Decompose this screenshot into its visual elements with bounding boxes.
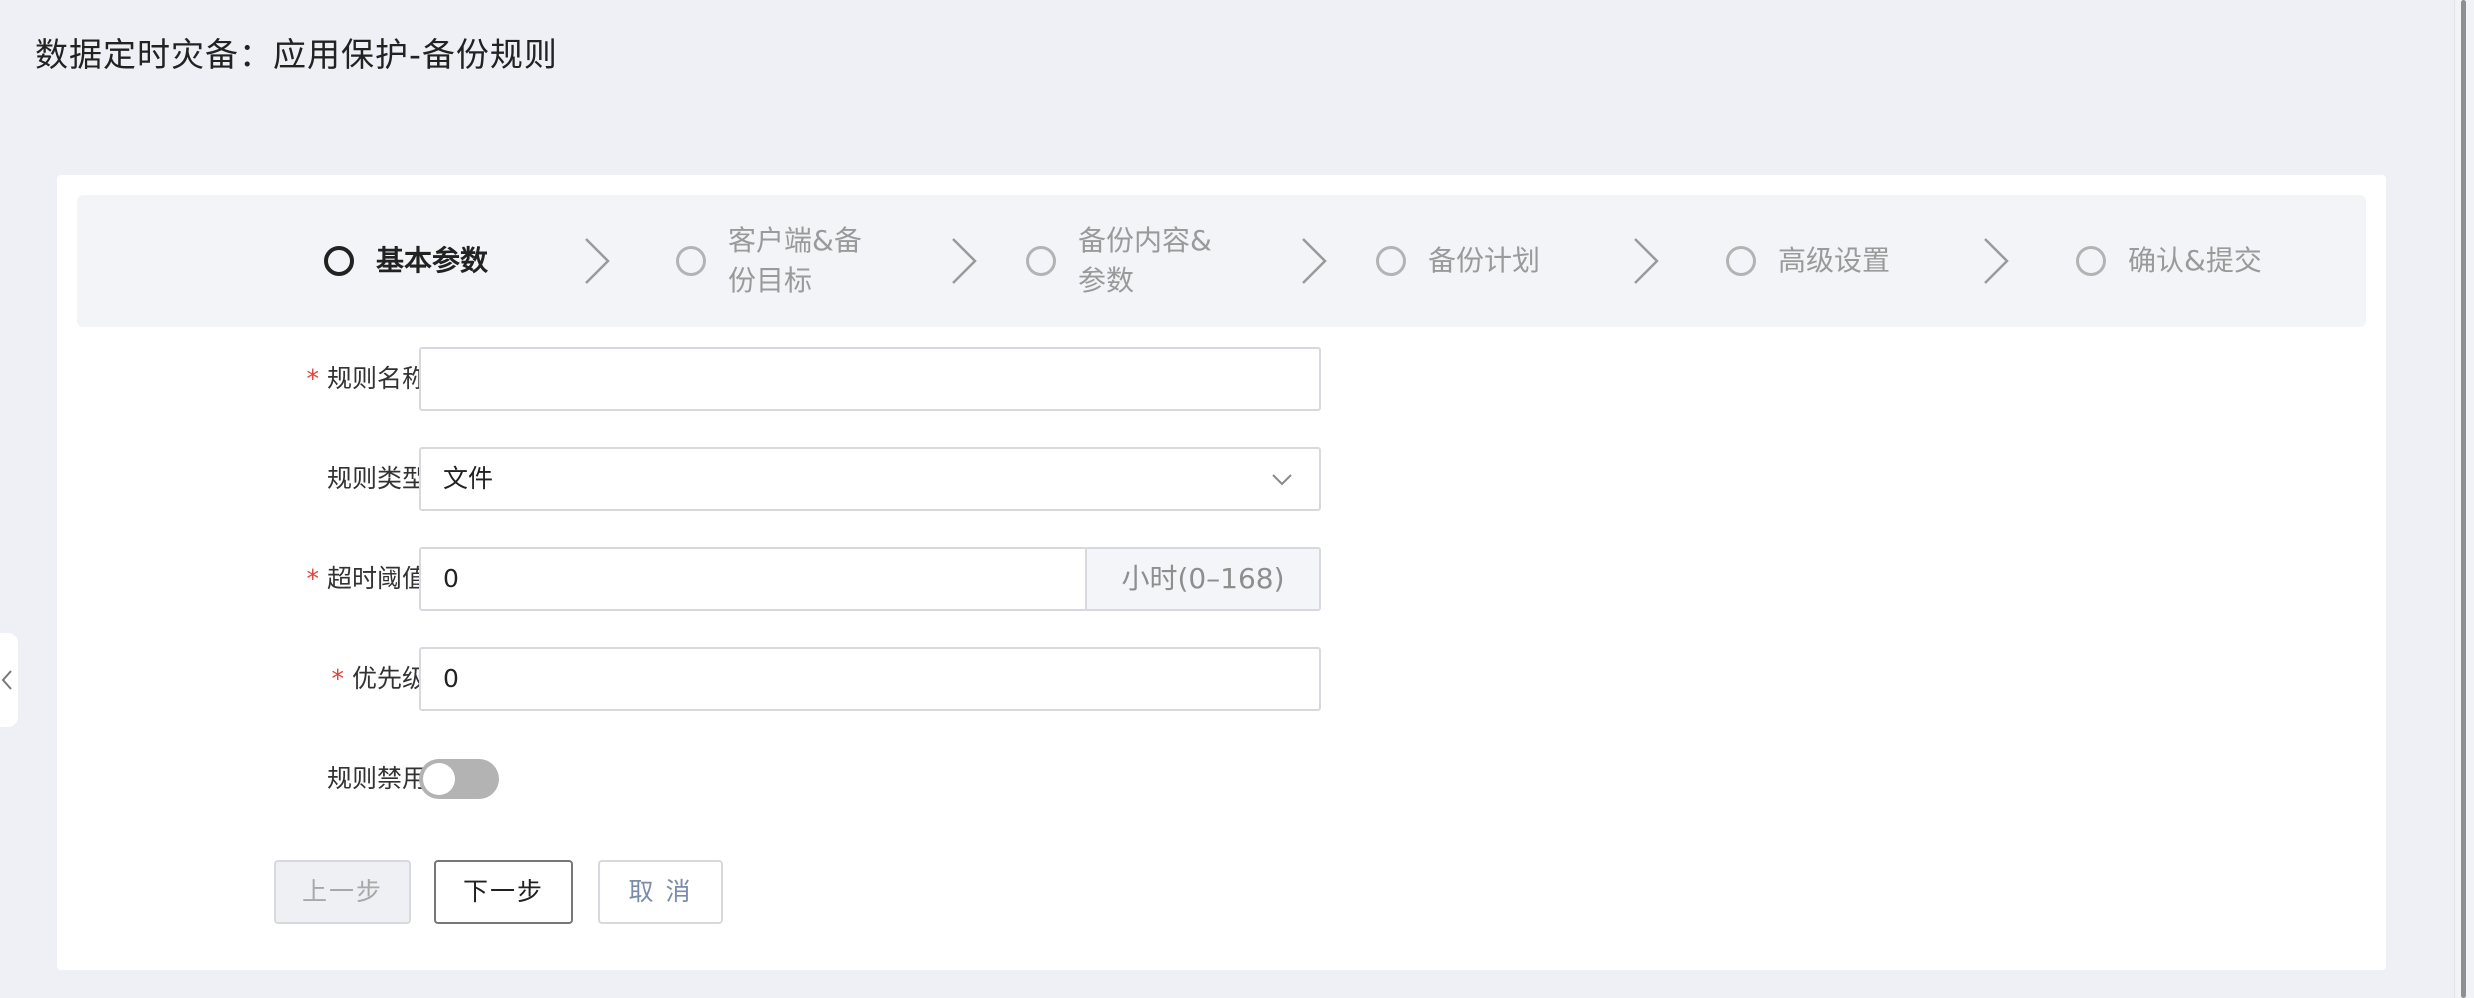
chevron-right-icon <box>1302 238 1327 284</box>
rule-type-label: 规则类型 <box>326 464 427 493</box>
rule-name-input[interactable] <box>419 347 1321 411</box>
rule-disabled-label: 规则禁用 <box>326 764 427 793</box>
step-basic-params[interactable]: 基本参数 <box>324 195 488 327</box>
rule-name-label: * 规则名称 <box>306 347 427 411</box>
timeout-label: * 超时阈值 <box>306 547 427 611</box>
chevron-right-icon <box>1634 238 1659 284</box>
rule-type-value: 文件 <box>443 464 494 493</box>
step-circle-icon <box>1026 246 1056 276</box>
step-label: 备份内容& 参数 <box>1078 224 1212 297</box>
required-mark: * <box>331 664 344 693</box>
step-circle-icon <box>324 246 354 276</box>
step-circle-icon <box>676 246 706 276</box>
step-circle-icon <box>2076 246 2106 276</box>
step-circle-icon <box>1376 246 1406 276</box>
step-label: 客户端&备 份目标 <box>728 224 862 297</box>
required-mark: * <box>306 364 319 393</box>
chevron-right-icon <box>952 238 977 284</box>
step-confirm-submit[interactable]: 确认&提交 <box>2076 195 2262 327</box>
required-mark: * <box>306 564 319 593</box>
step-advanced-settings[interactable]: 高级设置 <box>1726 195 1890 327</box>
form-row-rule-name: * 规则名称 <box>57 347 1457 411</box>
priority-input[interactable]: 0 <box>419 647 1321 711</box>
cancel-button[interactable]: 取 消 <box>598 860 723 924</box>
form-row-timeout: * 超时阈值 0 小时(0–168) <box>57 547 1457 611</box>
chevron-down-icon <box>1272 474 1292 486</box>
rule-type-select[interactable]: 文件 <box>419 447 1321 511</box>
form-row-priority: * 优先级 0 <box>57 647 1457 711</box>
prev-step-button[interactable]: 上一步 <box>274 860 411 924</box>
vertical-scrollbar[interactable] <box>2454 0 2474 998</box>
step-backup-plan[interactable]: 备份计划 <box>1376 195 1540 327</box>
rule-disabled-toggle[interactable] <box>419 759 499 799</box>
step-circle-icon <box>1726 246 1756 276</box>
scrollbar-thumb[interactable] <box>2461 0 2466 998</box>
chevron-right-icon <box>585 238 610 284</box>
toggle-knob <box>423 763 455 795</box>
step-bar: 基本参数 客户端&备 份目标 备份内容& 参数 备份计划 高级设置 确认&提交 <box>77 195 2366 327</box>
chevron-right-icon <box>1984 238 2009 284</box>
page-title: 数据定时灾备：应用保护-备份规则 <box>35 35 558 74</box>
step-label: 高级设置 <box>1778 244 1891 277</box>
chevron-left-icon <box>1 670 12 690</box>
step-label: 确认&提交 <box>2128 244 2262 277</box>
timeout-input[interactable]: 0 <box>421 549 1085 609</box>
step-backup-content[interactable]: 备份内容& 参数 <box>1026 195 1212 327</box>
step-client-target[interactable]: 客户端&备 份目标 <box>676 195 862 327</box>
next-step-button[interactable]: 下一步 <box>434 860 573 924</box>
timeout-input-group: 0 小时(0–168) <box>419 547 1321 611</box>
form-row-rule-disabled: 规则禁用 <box>57 747 1457 811</box>
form-card: 基本参数 客户端&备 份目标 备份内容& 参数 备份计划 高级设置 确认&提交 … <box>57 175 2386 970</box>
form-row-rule-type: 规则类型 文件 <box>57 447 1457 511</box>
timeout-unit-suffix: 小时(0–168) <box>1085 549 1319 609</box>
timeout-label-text: 超时阈值 <box>326 564 427 593</box>
priority-label-text: 优先级 <box>351 664 427 693</box>
step-label: 备份计划 <box>1428 244 1541 277</box>
rule-name-label-text: 规则名称 <box>326 364 427 393</box>
sidebar-collapse-tab[interactable] <box>0 633 18 727</box>
step-label: 基本参数 <box>376 244 489 277</box>
priority-label: * 优先级 <box>331 647 427 711</box>
